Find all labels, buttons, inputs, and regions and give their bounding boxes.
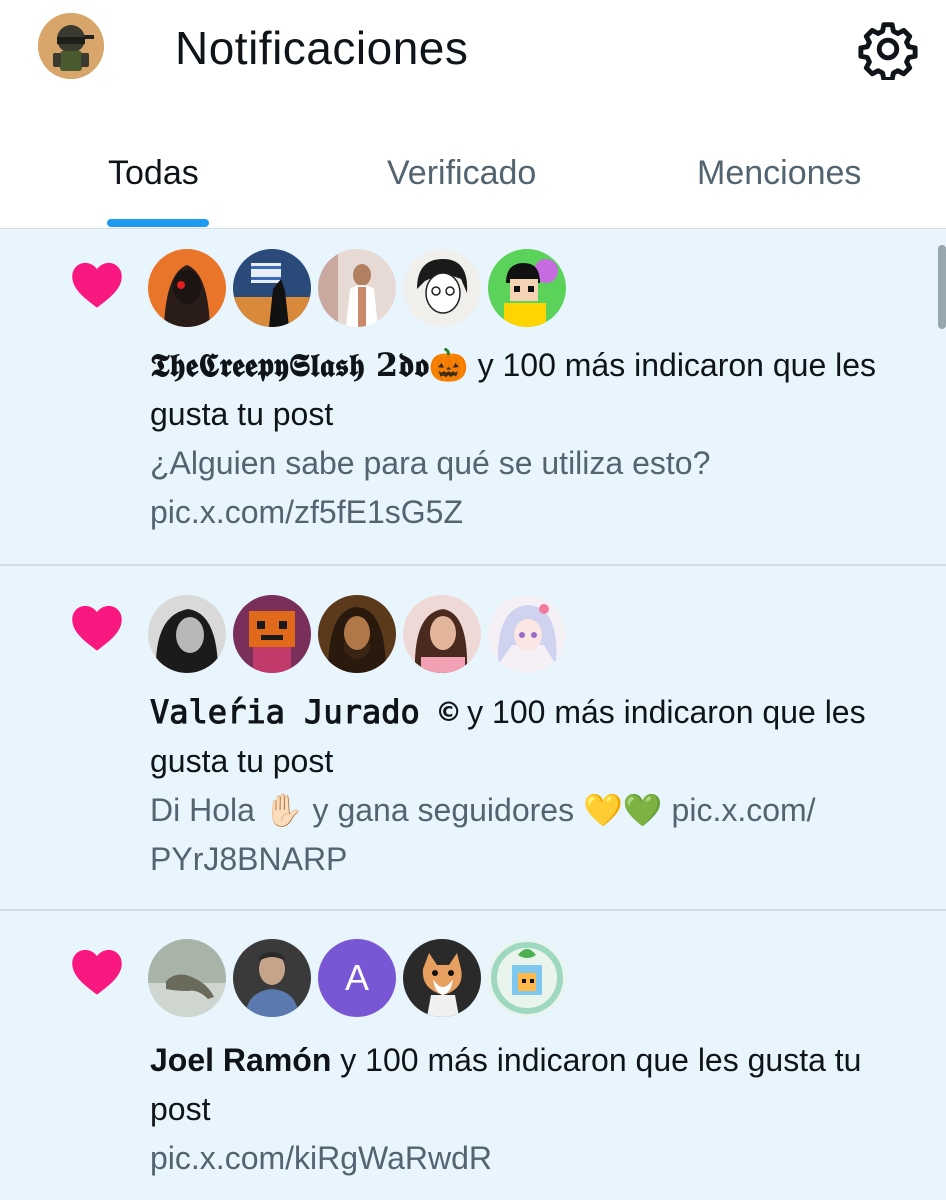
avatar[interactable] [403, 249, 481, 327]
page-title: Notificaciones [175, 22, 469, 74]
notification-text: 𝕿𝖍𝖊𝕮𝖗𝖊𝖊𝖕𝖞𝕾𝖑𝖆𝖘𝖍 𝟐𝖉𝖔🎃 y 100 más indicaron … [150, 341, 930, 537]
tab-todas[interactable]: Todas [108, 150, 199, 196]
profile-avatar[interactable] [38, 13, 104, 79]
avatar[interactable] [233, 939, 311, 1017]
avatar[interactable] [148, 939, 226, 1017]
avatar[interactable] [403, 595, 481, 673]
avatar[interactable] [148, 249, 226, 327]
notification-item[interactable]: 𝚅𝚊𝚕𝚎́𝚛𝚒𝚊 𝙹𝚞𝚛𝚊𝚍𝚘 © y 100 más indicaron qu… [0, 566, 946, 911]
notification-text: Joel Ramón y 100 más indicaron que les g… [150, 1036, 930, 1183]
avatar[interactable] [318, 249, 396, 327]
tab-menciones[interactable]: Menciones [697, 150, 861, 196]
avatar[interactable] [233, 595, 311, 673]
user-name[interactable]: Joel Ramón [150, 1042, 331, 1078]
scrollbar-thumb[interactable] [938, 245, 946, 329]
heart-icon [72, 949, 122, 995]
avatar[interactable] [318, 595, 396, 673]
tab-verificado[interactable]: Verificado [387, 150, 536, 196]
notifications-feed[interactable]: 𝕿𝖍𝖊𝕮𝖗𝖊𝖊𝖕𝖞𝕾𝖑𝖆𝖘𝖍 𝟐𝖉𝖔🎃 y 100 más indicaron … [0, 229, 946, 1200]
notification-tabs: Todas Verificado Menciones [0, 130, 946, 229]
avatar[interactable] [488, 595, 566, 673]
avatar[interactable]: A [318, 939, 396, 1017]
settings-gear-icon[interactable] [857, 18, 919, 82]
notification-text: 𝚅𝚊𝚕𝚎́𝚛𝚒𝚊 𝙹𝚞𝚛𝚊𝚍𝚘 © y 100 más indicaron qu… [150, 688, 930, 884]
user-name[interactable]: 𝕿𝖍𝖊𝕮𝖗𝖊𝖊𝖕𝖞𝕾𝖑𝖆𝖘𝖍 𝟐𝖉𝖔🎃 [150, 346, 469, 384]
avatar[interactable] [488, 939, 566, 1017]
top-app-bar: Notificaciones [0, 0, 946, 100]
avatar[interactable] [148, 595, 226, 673]
active-tab-indicator [107, 219, 209, 227]
heart-icon [72, 262, 122, 308]
avatar-letter: A [344, 957, 369, 998]
post-preview[interactable]: pic.x.com/kiRgWaRwdR [150, 1134, 930, 1183]
avatar[interactable] [403, 939, 481, 1017]
avatar[interactable] [488, 249, 566, 327]
user-name[interactable]: 𝚅𝚊𝚕𝚎́𝚛𝚒𝚊 𝙹𝚞𝚛𝚊𝚍𝚘 © [150, 693, 458, 731]
notification-item[interactable]: A Joel Ramón y 100 más indicaron que les… [0, 911, 946, 1200]
avatar[interactable] [233, 249, 311, 327]
notification-item[interactable]: 𝕿𝖍𝖊𝕮𝖗𝖊𝖊𝖕𝖞𝕾𝖑𝖆𝖘𝖍 𝟐𝖉𝖔🎃 y 100 más indicaron … [0, 229, 946, 566]
heart-icon [72, 605, 122, 651]
post-preview[interactable]: Di Hola ✋🏻 y gana seguidores 💛💚 pic.x.co… [150, 786, 930, 884]
post-preview[interactable]: ¿Alguien sabe para qué se utiliza esto? … [150, 439, 930, 537]
